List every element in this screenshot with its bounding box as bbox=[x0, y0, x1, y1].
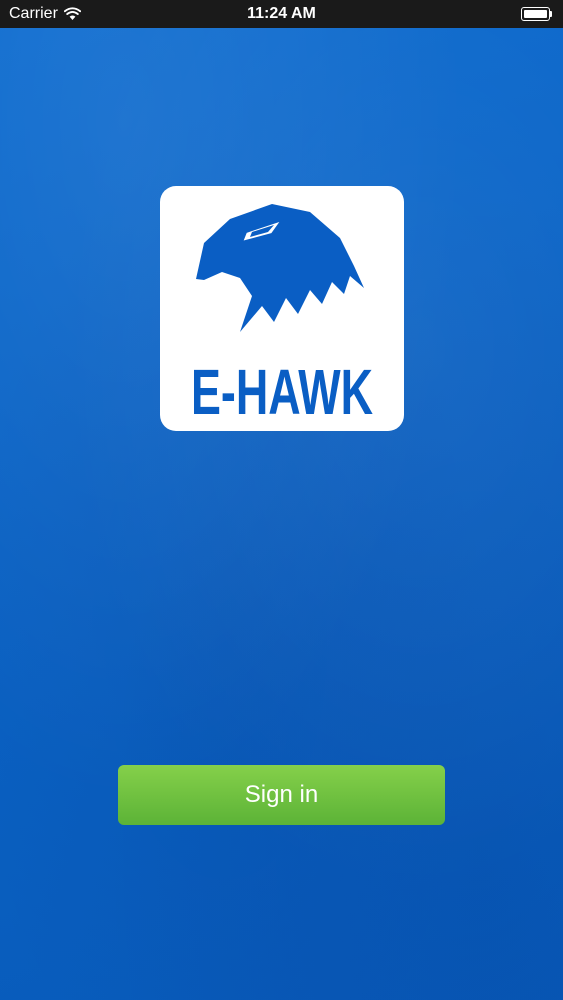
battery-fill bbox=[524, 10, 547, 18]
logo-wordmark: E-HAWK bbox=[191, 356, 373, 428]
clock: 11:24 AM bbox=[247, 5, 316, 22]
status-bar: Carrier 11:24 AM bbox=[0, 0, 563, 28]
background-texture bbox=[0, 0, 563, 1000]
sign-in-button[interactable]: Sign in bbox=[118, 765, 445, 825]
eagle-head-logo-icon: E-HAWK bbox=[191, 204, 373, 428]
battery-icon bbox=[521, 7, 554, 21]
app-logo: E-HAWK bbox=[160, 186, 404, 431]
battery-tip bbox=[550, 11, 552, 17]
battery-body bbox=[521, 7, 550, 21]
splash-screen: Carrier 11:24 AM E-HAWK Sign in bbox=[0, 0, 563, 1000]
